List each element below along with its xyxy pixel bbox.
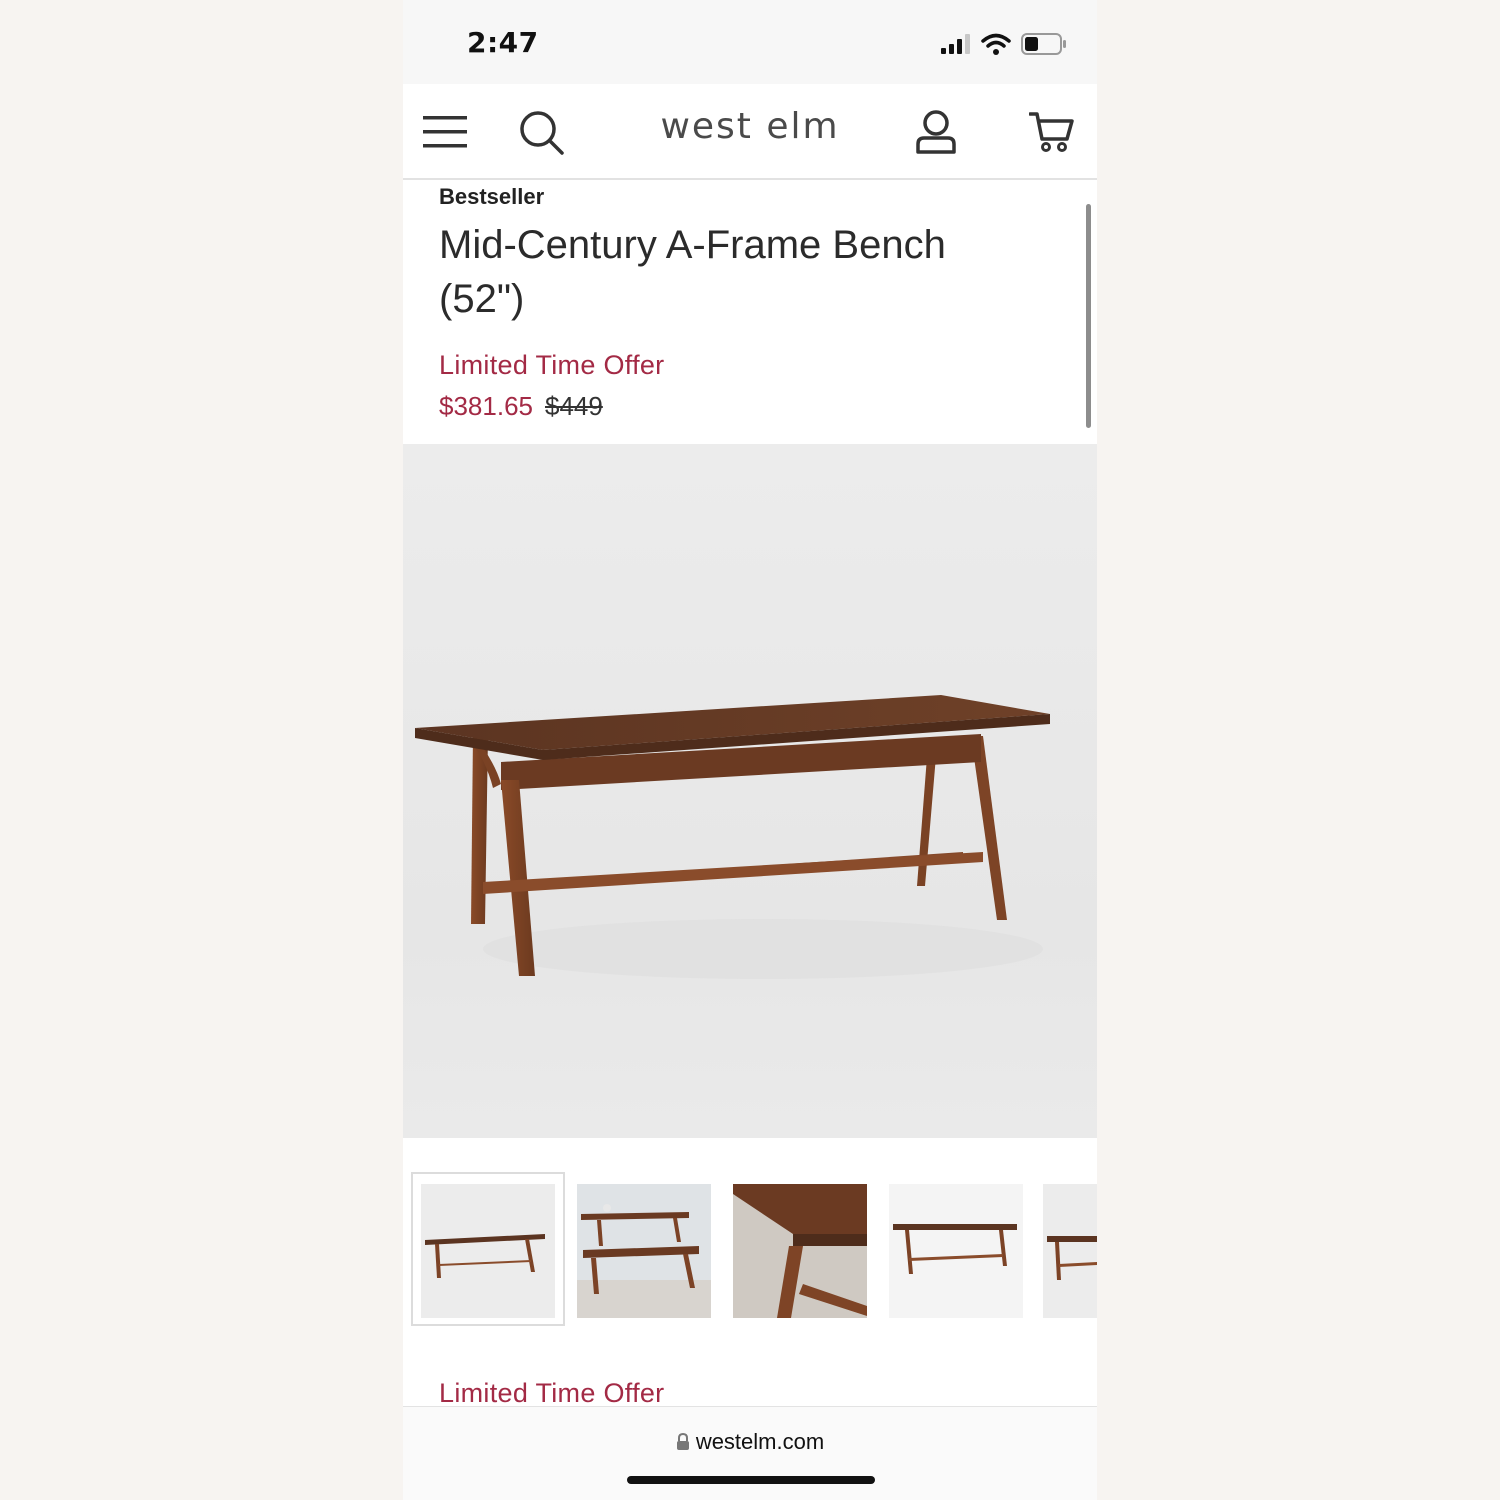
bestseller-badge: Bestseller <box>439 184 545 209</box>
signal-icon <box>941 34 970 54</box>
status-bar: 2:47 <box>403 0 1097 84</box>
limited-offer-label: Limited Time Offer <box>439 350 665 380</box>
price-row: $381.65 $449 <box>439 391 1059 422</box>
account-icon <box>916 110 956 154</box>
brand-logo[interactable]: west elm <box>403 106 1097 147</box>
product-hero-image[interactable] <box>403 444 1097 1138</box>
phone-screen: 2:47 west elm Bestseller Mid-Century A-F… <box>403 0 1097 1500</box>
account-button[interactable] <box>915 84 957 180</box>
battery-icon <box>1021 33 1066 55</box>
status-time: 2:47 <box>467 26 539 59</box>
sale-price: $381.65 <box>439 391 533 421</box>
dining-room-thumb-image <box>577 1184 711 1318</box>
status-icons <box>941 28 1067 60</box>
wifi-icon <box>981 33 1011 55</box>
thumbnail-3[interactable] <box>733 1184 867 1318</box>
lock-icon <box>676 1432 689 1450</box>
thumbnail-2[interactable] <box>577 1184 711 1318</box>
thumbnail-4[interactable] <box>889 1184 1023 1318</box>
bench-side-thumb-image <box>889 1184 1023 1318</box>
browser-url-bar[interactable]: westelm.com <box>403 1406 1097 1500</box>
thumbnail-1[interactable] <box>421 1184 555 1318</box>
product-title: Mid-Century A-Frame Bench (52") <box>439 218 1059 326</box>
thumbnail-strip <box>403 1172 1097 1330</box>
bench-image <box>415 695 1050 979</box>
url-text: westelm.com <box>695 1429 825 1454</box>
product-title-line-1: Mid-Century A-Frame Bench <box>439 223 946 267</box>
bench-thumb-image <box>421 1184 555 1318</box>
limited-offer-label-secondary: Limited Time Offer <box>439 1378 665 1408</box>
cart-button[interactable] <box>1029 84 1075 180</box>
product-header: Bestseller Mid-Century A-Frame Bench (52… <box>439 184 1059 422</box>
home-indicator[interactable] <box>627 1476 875 1484</box>
product-title-line-2: (52") <box>439 277 525 321</box>
scrollbar[interactable] <box>1086 204 1091 428</box>
detail-thumb-image <box>733 1184 867 1318</box>
cart-icon <box>1029 112 1074 152</box>
original-price: $449 <box>544 391 603 421</box>
nav-bar: west elm <box>403 84 1097 180</box>
bench-partial-thumb-image <box>1043 1184 1097 1318</box>
url-display[interactable]: westelm.com <box>403 1429 1097 1455</box>
thumbnail-5[interactable] <box>1043 1184 1097 1318</box>
